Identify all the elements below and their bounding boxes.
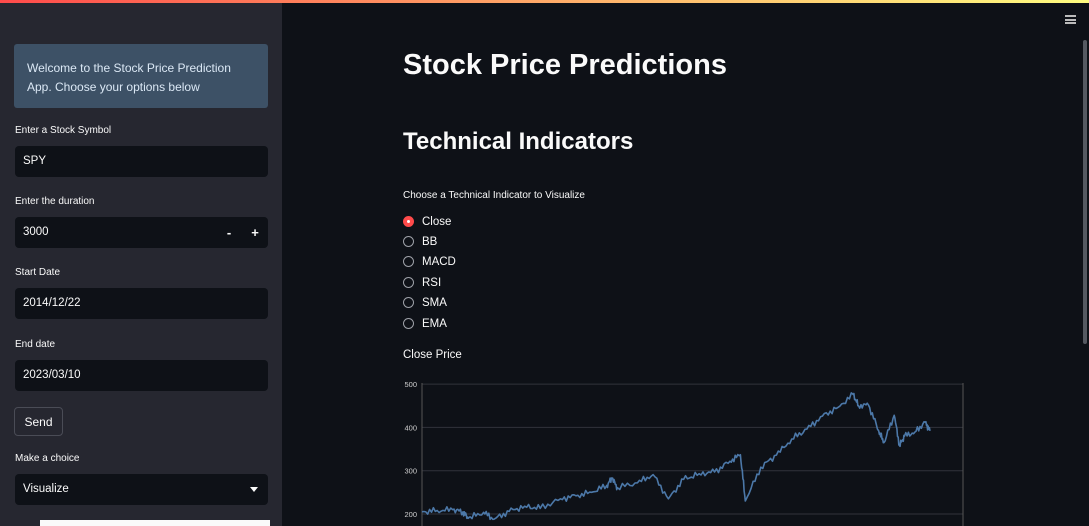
sidebar-bottom-element xyxy=(40,520,270,526)
close-price-chart[interactable]: 200 300 400 500 xyxy=(398,374,968,526)
radio-option-close[interactable]: Close xyxy=(403,213,451,230)
y-tick-label: 300 xyxy=(404,467,417,476)
duration-label: Enter the duration xyxy=(15,196,95,207)
duration-value: 3000 xyxy=(23,226,49,238)
radio-option-bb[interactable]: BB xyxy=(403,233,437,250)
duration-stepper: - + xyxy=(216,217,268,248)
radio-option-label: EMA xyxy=(422,317,447,330)
close-price-line xyxy=(421,392,931,521)
y-tick-label: 200 xyxy=(404,510,417,519)
chevron-down-icon xyxy=(250,487,258,492)
y-tick-label: 500 xyxy=(404,380,417,389)
chart-grid xyxy=(422,383,963,515)
make-choice-label: Make a choice xyxy=(15,453,80,464)
stock-symbol-input[interactable]: SPY xyxy=(15,146,268,177)
radio-option-ema[interactable]: EMA xyxy=(403,315,447,332)
page-title: Stock Price Predictions xyxy=(403,49,727,81)
duration-number-input[interactable]: 3000 - + xyxy=(15,217,268,248)
radio-option-label: Close xyxy=(422,215,452,228)
y-tick-label: 400 xyxy=(404,423,417,432)
hamburger-menu-icon[interactable] xyxy=(1065,15,1076,24)
radio-button xyxy=(403,277,414,288)
radio-option-macd[interactable]: MACD xyxy=(403,253,456,270)
choice-select-value: Visualize xyxy=(23,483,69,495)
start-date-input[interactable]: 2014/12/22 xyxy=(15,288,268,319)
choice-select[interactable]: Visualize xyxy=(15,474,268,505)
send-button[interactable]: Send xyxy=(14,407,63,436)
radio-option-label: BB xyxy=(422,235,438,248)
start-date-label: Start Date xyxy=(15,267,61,278)
radio-button-selected xyxy=(403,216,414,227)
radio-button xyxy=(403,236,414,247)
radio-button xyxy=(403,318,414,329)
y-axis-ticks: 200 300 400 500 xyxy=(404,380,417,519)
sidebar: Welcome to the Stock Price Prediction Ap… xyxy=(0,3,282,526)
chart-title: Close Price xyxy=(403,349,462,361)
welcome-info-box: Welcome to the Stock Price Prediction Ap… xyxy=(14,44,268,108)
end-date-input[interactable]: 2023/03/10 xyxy=(15,360,268,391)
decrement-button[interactable]: - xyxy=(216,217,242,248)
indicator-radio-label: Choose a Technical Indicator to Visualiz… xyxy=(403,190,585,201)
radio-button xyxy=(403,297,414,308)
radio-option-label: RSI xyxy=(422,276,442,289)
radio-option-label: SMA xyxy=(422,296,447,309)
radio-option-rsi[interactable]: RSI xyxy=(403,274,441,291)
radio-button xyxy=(403,256,414,267)
radio-option-label: MACD xyxy=(422,255,456,268)
section-title: Technical Indicators xyxy=(403,128,634,155)
stock-symbol-label: Enter a Stock Symbol xyxy=(15,125,112,136)
end-date-label: End date xyxy=(15,339,56,350)
increment-button[interactable]: + xyxy=(242,217,268,248)
main-scrollbar[interactable] xyxy=(1083,40,1087,344)
radio-option-sma[interactable]: SMA xyxy=(403,294,447,311)
